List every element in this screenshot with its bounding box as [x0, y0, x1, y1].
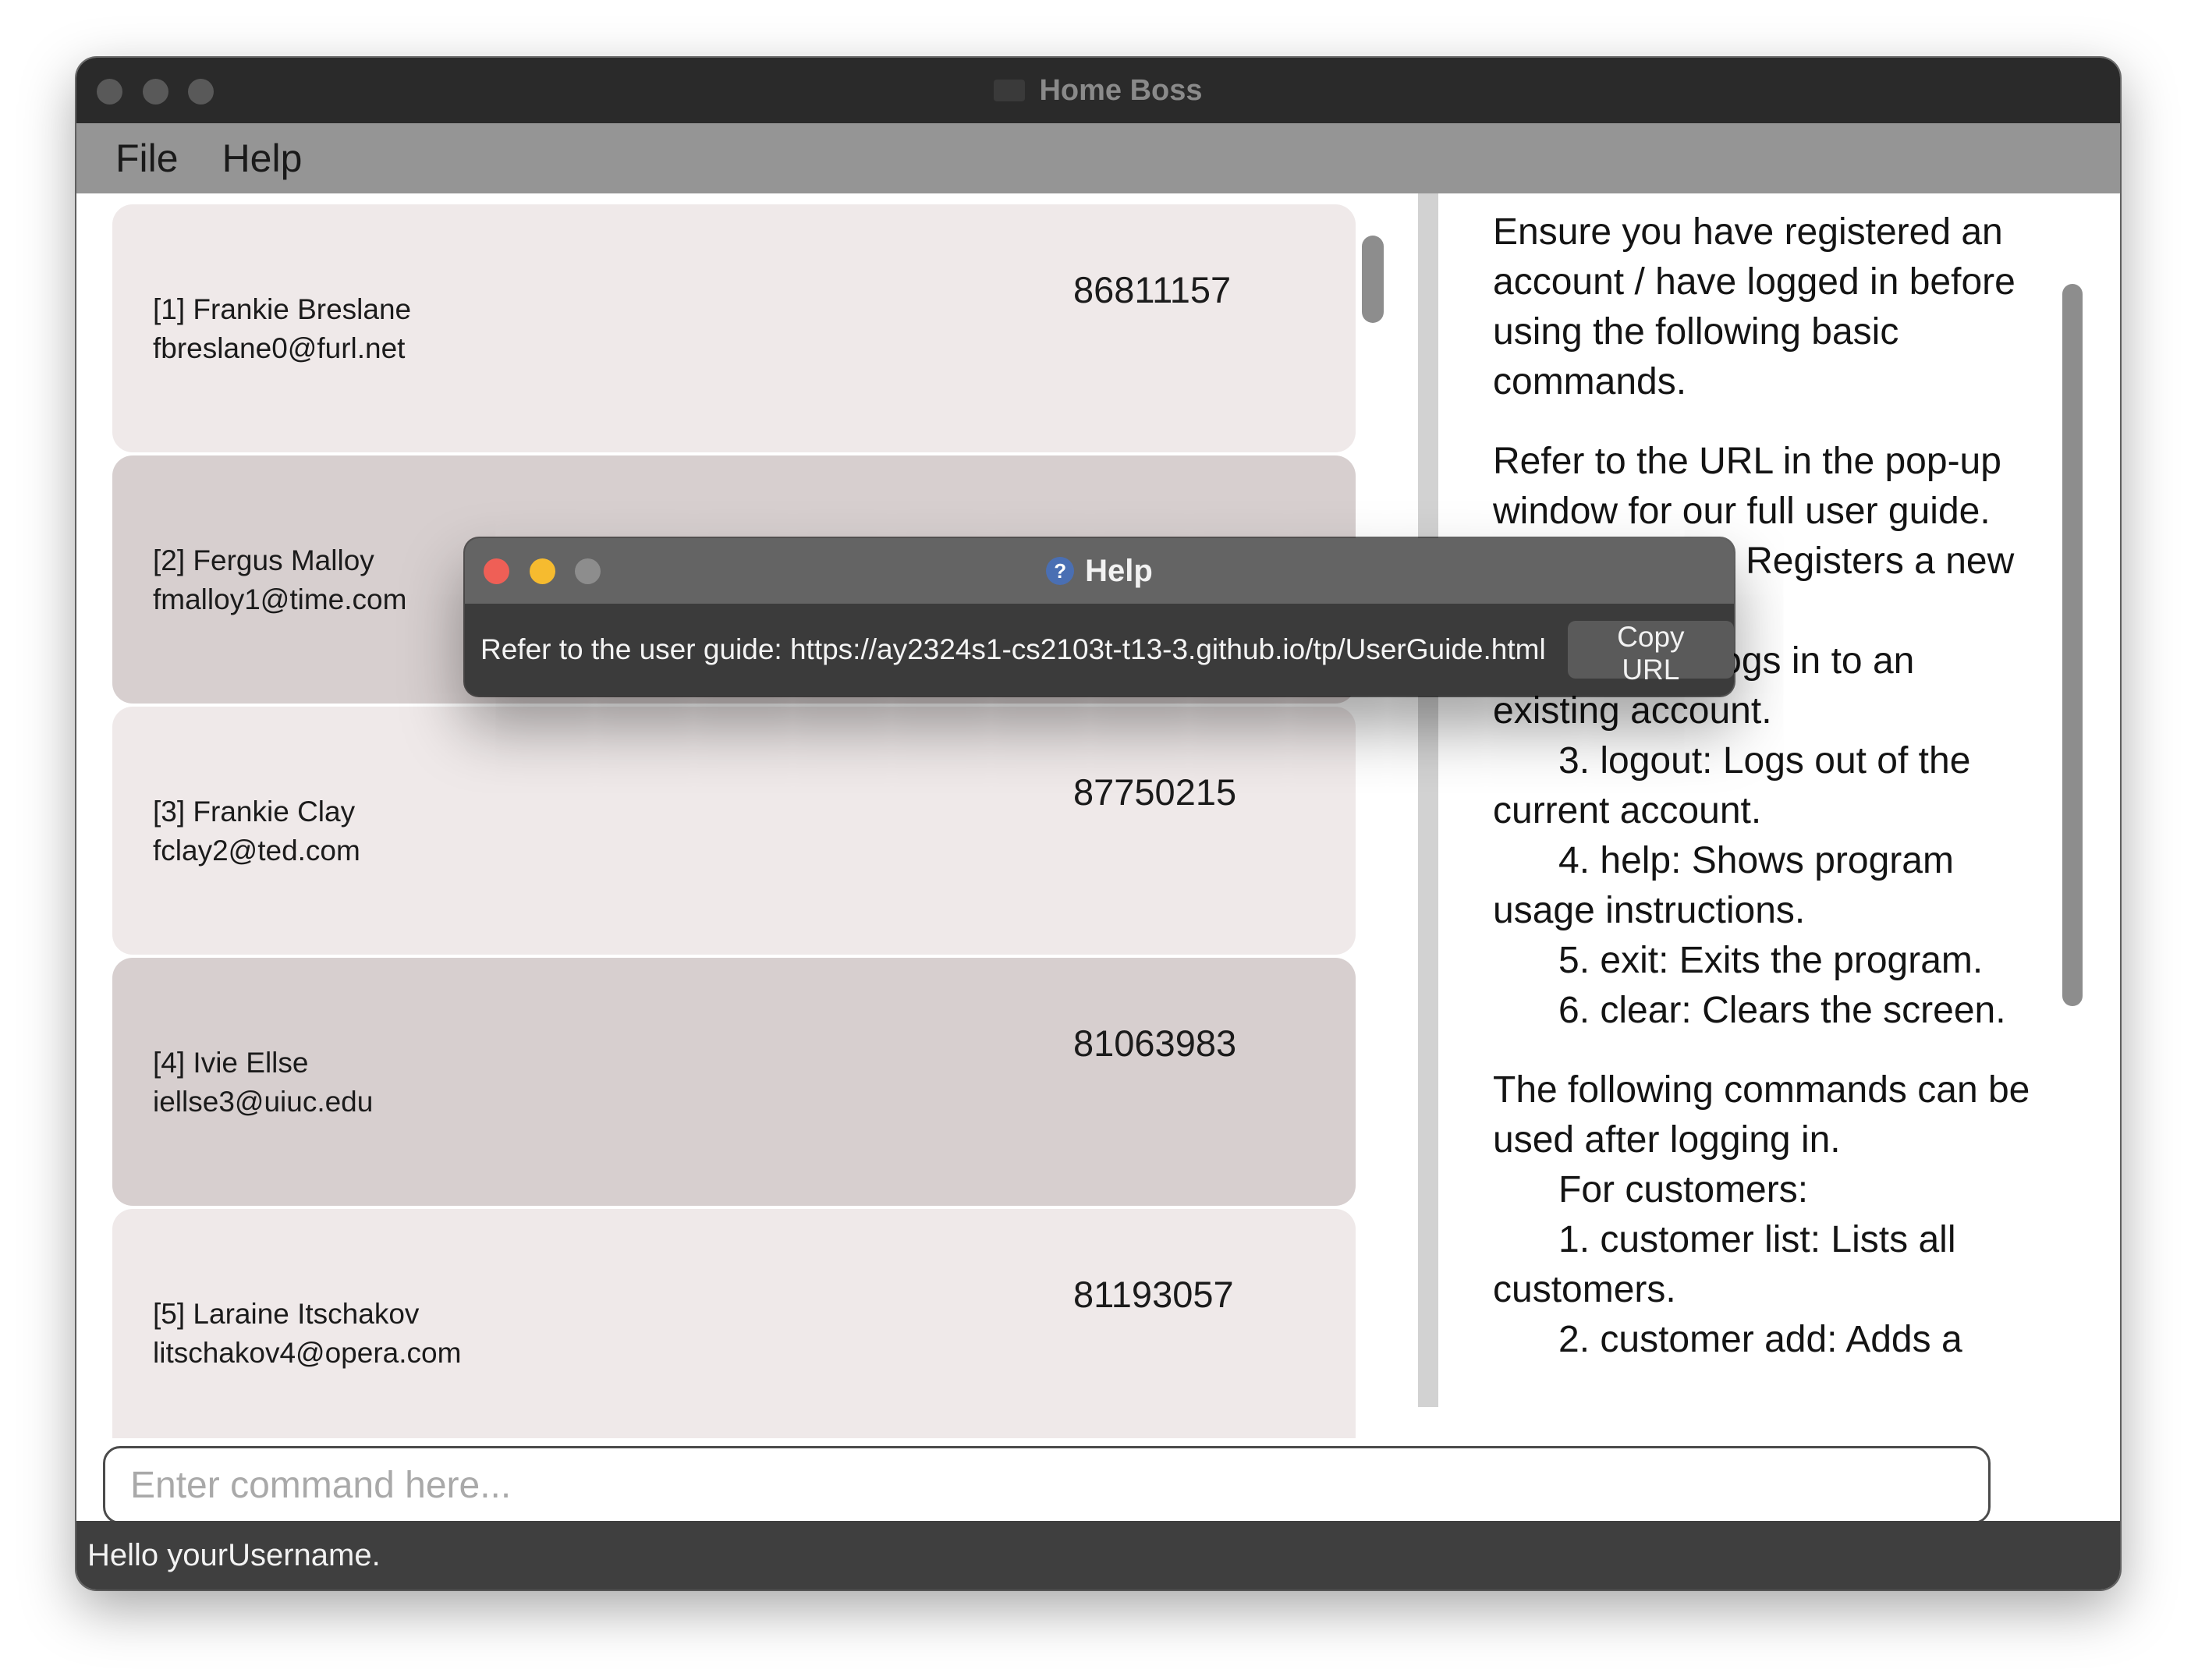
person-email: litschakov4@opera.com — [153, 1337, 462, 1369]
person-email: fclay2@ted.com — [153, 835, 360, 867]
person-email: fbreslane0@furl.net — [153, 332, 406, 364]
app-icon — [994, 80, 1026, 101]
user-guide-message: Refer to the user guide: https://ay2324s… — [480, 633, 1546, 665]
person-card[interactable]: [3] Frankie Clay fclay2@ted.com 87750215 — [112, 707, 1356, 955]
person-name: [5] Laraine Itschakov — [153, 1298, 420, 1330]
help-text-line: using the following basic — [1493, 311, 1899, 353]
copy-url-button[interactable]: Copy URL — [1567, 621, 1734, 686]
person-card[interactable]: [5] Laraine Itschakov litschakov4@opera.… — [112, 1209, 1356, 1438]
help-text-line: current account. — [1493, 790, 1762, 831]
person-phone: 81193057 — [1073, 1274, 1234, 1315]
help-text-line: 3. logout: Logs out of the — [1558, 740, 1971, 782]
person-email: iellse3@uiuc.edu — [153, 1086, 374, 1118]
person-phone: 87750215 — [1073, 771, 1237, 813]
menu-help[interactable]: Help — [222, 136, 303, 181]
menu-file[interactable]: File — [115, 136, 179, 181]
help-text-line: For customers: — [1558, 1169, 1809, 1210]
help-text-line: The following commands can be — [1493, 1069, 2030, 1111]
help-text-line: Ensure you have registered an — [1493, 211, 2003, 253]
status-bar: Hello yourUsername. — [76, 1521, 2120, 1590]
help-text-line: 2. customer add: Adds a — [1558, 1319, 1962, 1360]
result-scrollbar[interactable] — [2062, 284, 2083, 1006]
person-name: [3] Frankie Clay — [153, 796, 356, 828]
result-display[interactable]: Ensure you have registered an account / h… — [1438, 193, 2120, 1407]
main-window: Home Boss File Help [1] Frankie Breslane… — [76, 58, 2120, 1590]
help-text-line: 5. exit: Exits the program. — [1558, 940, 1984, 981]
status-text: Hello yourUsername. — [87, 1537, 381, 1572]
command-input[interactable] — [103, 1446, 1991, 1524]
help-text-line: used after logging in. — [1493, 1119, 1841, 1161]
popup-title: Help — [1085, 553, 1153, 588]
person-email: fmalloy1@time.com — [153, 583, 407, 615]
menu-bar: File Help — [76, 123, 2120, 193]
list-scrollbar[interactable] — [1362, 236, 1384, 323]
popup-title-bar[interactable]: ? Help — [465, 538, 1734, 604]
help-text-line: Refer to the URL in the pop-up — [1493, 441, 2001, 482]
person-phone: 86811157 — [1073, 269, 1232, 310]
help-text-line: 1. customer list: Lists all — [1558, 1219, 1956, 1260]
help-icon: ? — [1046, 557, 1075, 585]
help-text-line: 6. clear: Clears the screen. — [1558, 990, 2006, 1031]
window-title: Home Boss — [1039, 73, 1203, 107]
help-popup: ? Help Refer to the user guide: https://… — [465, 538, 1734, 696]
person-name: [4] Ivie Ellse — [153, 1047, 309, 1079]
help-text-line: window for our full user guide. — [1493, 491, 1991, 532]
person-name: [1] Frankie Breslane — [153, 293, 412, 325]
help-text-line: customers. — [1493, 1269, 1676, 1310]
help-text-line: commands. — [1493, 361, 1687, 402]
popup-body: Refer to the user guide: https://ay2324s… — [465, 604, 1734, 696]
help-text-line: usage instructions. — [1493, 890, 1806, 931]
person-phone: 81063983 — [1073, 1023, 1237, 1064]
person-card[interactable]: [4] Ivie Ellse iellse3@uiuc.edu 81063983 — [112, 958, 1356, 1206]
title-bar[interactable]: Home Boss — [76, 58, 2120, 123]
person-list[interactable]: [1] Frankie Breslane fbreslane0@furl.net… — [76, 193, 1418, 1438]
help-text-line: account / have logged in before — [1493, 261, 2016, 303]
split-divider[interactable] — [1418, 193, 1438, 1407]
help-text: Ensure you have registered an account / h… — [1493, 207, 2086, 1365]
person-name: [2] Fergus Malloy — [153, 544, 374, 576]
help-text-line: 4. help: Shows program — [1558, 840, 1954, 881]
command-area — [76, 1438, 2120, 1524]
person-card[interactable]: [1] Frankie Breslane fbreslane0@furl.net… — [112, 204, 1356, 452]
